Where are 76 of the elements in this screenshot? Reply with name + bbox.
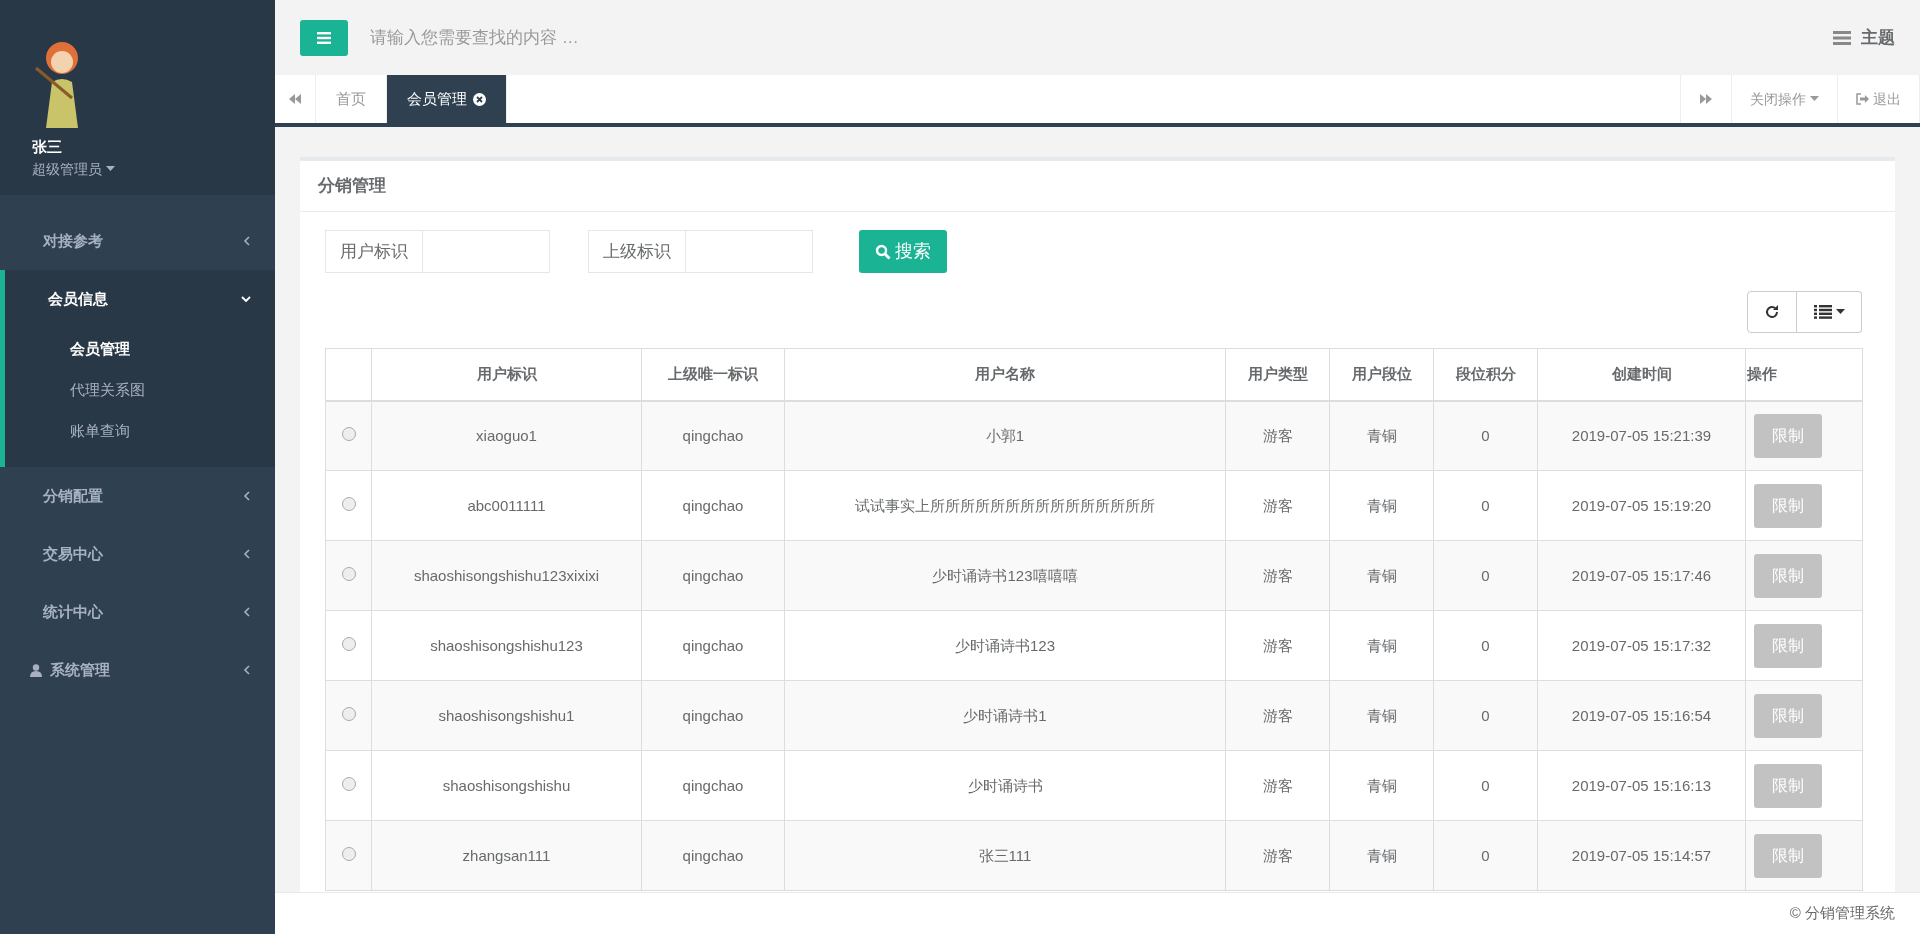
column-header: 操作 — [1745, 348, 1863, 401]
column-header: 段位积分 — [1433, 348, 1538, 401]
column-header: 用户名称 — [784, 348, 1226, 401]
theme-link[interactable]: 主题 — [1833, 24, 1895, 51]
table-cell: 青铜 — [1329, 610, 1434, 681]
table-cell: 2019-07-05 15:17:46 — [1537, 540, 1746, 611]
table-cell: 青铜 — [1329, 540, 1434, 611]
table-cell: 游客 — [1225, 400, 1330, 471]
sidebar-item[interactable]: 分销配置 — [0, 467, 275, 525]
sidebar-item[interactable]: 系统管理 — [0, 641, 275, 699]
table-cell: 青铜 — [1329, 820, 1434, 891]
table-cell: 试试事实上所所所所所所所所所所所所所所所 — [784, 470, 1226, 541]
card-title: 分销管理 — [300, 161, 1895, 213]
table-cell: 游客 — [1225, 470, 1330, 541]
column-header: 上级唯一标识 — [641, 348, 785, 401]
filter-field[interactable]: 上级标识 — [588, 230, 813, 274]
table-cell: 0 — [1433, 540, 1538, 611]
sidebar-subitem[interactable]: 会员管理 — [5, 328, 275, 369]
table-cell: shaoshisongshishu — [371, 750, 642, 821]
sidebar-subitem[interactable]: 代理关系图 — [5, 369, 275, 410]
table-cell: 游客 — [1225, 540, 1330, 611]
table-cell: qingchao — [641, 680, 785, 751]
table-cell: zhangsan111 — [371, 820, 642, 891]
table-cell: 游客 — [1225, 820, 1330, 891]
table-cell: qingchao — [641, 820, 785, 891]
table-cell: 少时诵诗书 — [784, 750, 1226, 821]
table-cell: 张三111 — [784, 820, 1226, 891]
table-cell: 0 — [1433, 610, 1538, 681]
column-header: 用户类型 — [1225, 348, 1330, 401]
table-cell: 小郭1 — [784, 400, 1226, 471]
table-cell: 0 — [1433, 470, 1538, 541]
sidebar-subitem[interactable]: 账单查询 — [5, 410, 275, 451]
table-cell: 游客 — [1225, 680, 1330, 751]
search-field[interactable]: 请输入您需要查找的内容 … — [368, 23, 968, 52]
user-role-dropdown[interactable]: 超级管理员 — [32, 158, 115, 180]
user-name: 张三 — [32, 137, 63, 157]
table-cell: 游客 — [1225, 750, 1330, 821]
table-cell: 2019-07-05 15:17:32 — [1537, 610, 1746, 681]
table-cell: 游客 — [1225, 610, 1330, 681]
table-cell: 2019-07-05 15:16:54 — [1537, 680, 1746, 751]
sidebar-item[interactable]: 统计中心 — [0, 583, 275, 641]
table-cell: 0 — [1433, 680, 1538, 751]
column-header: 用户段位 — [1329, 348, 1434, 401]
table-cell: 青铜 — [1329, 750, 1434, 821]
table-cell: 少时诵诗书1 — [784, 680, 1226, 751]
table-cell: shaoshisongshishu1 — [371, 680, 642, 751]
table-cell: 2019-07-05 15:16:13 — [1537, 750, 1746, 821]
page-tab[interactable]: 会员管理 — [387, 75, 507, 123]
table-cell: qingchao — [641, 540, 785, 611]
table-cell: qingchao — [641, 750, 785, 821]
filter-field[interactable]: 用户标识 — [325, 230, 550, 274]
table-cell: abc0011111 — [371, 470, 642, 541]
table-cell: qingchao — [641, 470, 785, 541]
sidebar-item[interactable]: 对接参考 — [0, 212, 275, 270]
table-cell: 2019-07-05 15:19:20 — [1537, 470, 1746, 541]
table-cell: 0 — [1433, 400, 1538, 471]
table-cell: shaoshisongshishu123 — [371, 610, 642, 681]
column-header: 用户标识 — [371, 348, 642, 401]
table-cell: 0 — [1433, 750, 1538, 821]
column-header: 创建时间 — [1537, 348, 1746, 401]
table-cell: qingchao — [641, 400, 785, 471]
footer-text: © 分销管理系统 — [1789, 903, 1895, 924]
table-cell: 青铜 — [1329, 400, 1434, 471]
table-cell: 青铜 — [1329, 470, 1434, 541]
sidebar-item[interactable]: 会员信息 — [5, 270, 275, 328]
table-cell: 0 — [1433, 820, 1538, 891]
table-cell: 2019-07-05 15:21:39 — [1537, 400, 1746, 471]
table-cell: 少时诵诗书123嘻嘻嘻 — [784, 540, 1226, 611]
search-button[interactable]: 搜索 — [859, 230, 947, 274]
table-cell: qingchao — [641, 610, 785, 681]
table-cell: xiaoguo1 — [371, 400, 642, 471]
sidebar-item[interactable]: 交易中心 — [0, 525, 275, 583]
table-cell: 少时诵诗书123 — [784, 610, 1226, 681]
table-cell: shaoshisongshishu123xixixi — [371, 540, 642, 611]
table-cell: 青铜 — [1329, 680, 1434, 751]
table-cell: 2019-07-05 15:14:57 — [1537, 820, 1746, 891]
